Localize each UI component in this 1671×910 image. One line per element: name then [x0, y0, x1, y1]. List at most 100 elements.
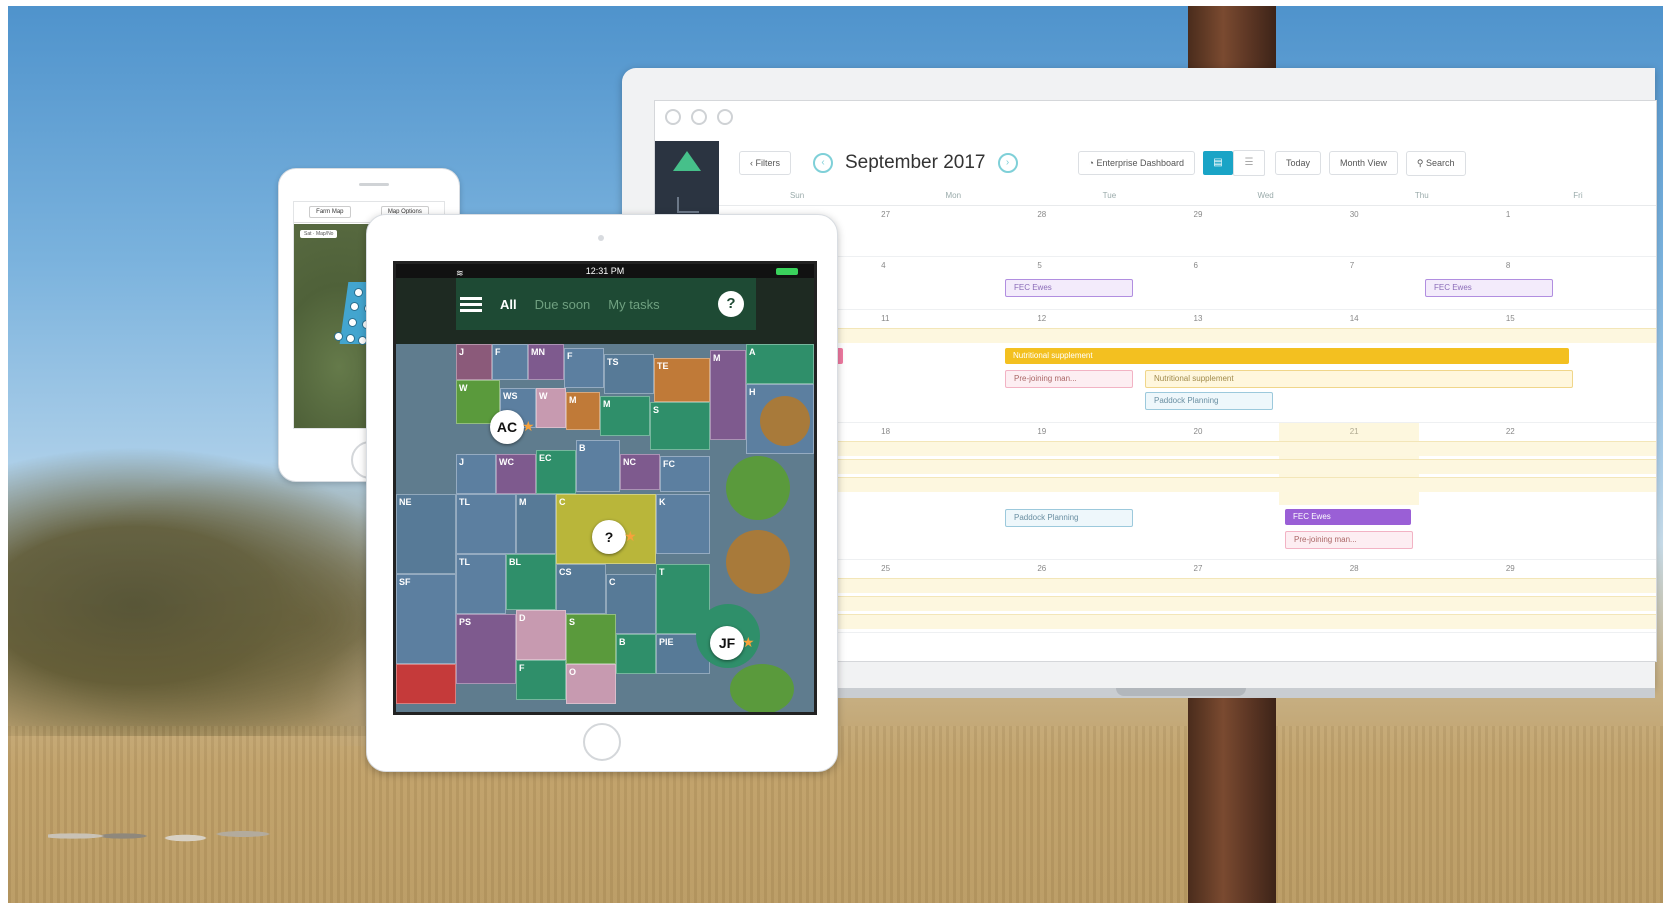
month-view-select[interactable]: Month View	[1329, 151, 1398, 175]
day-number[interactable]: 5	[1031, 257, 1187, 274]
pivot-circle[interactable]	[760, 396, 810, 446]
map-pin-icon[interactable]	[354, 288, 363, 297]
day-number[interactable]: 19	[1031, 423, 1187, 440]
paddock[interactable]: S	[566, 614, 616, 664]
paddock[interactable]: PS	[456, 614, 516, 684]
event-chip[interactable]: FEC Ewes	[1005, 279, 1133, 297]
calendar-view-button[interactable]: ▤	[1203, 151, 1233, 175]
event-chip[interactable]: FEC Ewes	[1285, 509, 1411, 525]
paddock[interactable]: EC	[536, 450, 576, 494]
paddock[interactable]	[396, 664, 456, 704]
paddock[interactable]: D	[516, 610, 566, 660]
day-number[interactable]: 8	[1500, 257, 1656, 274]
event-chip[interactable]: FEC Ewes	[1425, 279, 1553, 297]
paddock[interactable]: J	[456, 454, 496, 494]
paddock[interactable]: CS	[556, 564, 606, 614]
event-chip[interactable]: Nutritional supplement	[1145, 370, 1573, 388]
paddock[interactable]: M	[600, 396, 650, 436]
event-chip[interactable]: Paddock Planning	[1145, 392, 1273, 410]
help-icon[interactable]: ?	[718, 291, 744, 317]
day-number[interactable]: 30	[1344, 206, 1500, 223]
paddock[interactable]: S	[650, 402, 710, 450]
paddock[interactable]: W	[536, 388, 566, 428]
paddock[interactable]: F	[564, 348, 604, 388]
map-pin-icon[interactable]	[348, 318, 357, 327]
map-pin-icon[interactable]	[346, 334, 355, 343]
today-button[interactable]: Today	[1275, 151, 1322, 175]
next-month-icon[interactable]: ›	[997, 153, 1018, 173]
window-maximize-button[interactable]	[717, 109, 733, 125]
paddock[interactable]: NC	[620, 454, 660, 490]
menu-icon[interactable]	[460, 294, 482, 315]
enterprise-dashboard-button[interactable]: ◔ Enterprise Dashboard	[1077, 151, 1195, 175]
tab-all[interactable]: All	[500, 297, 517, 312]
event-bar[interactable]: Nutritional supplement	[1005, 348, 1569, 364]
pivot-circle[interactable]	[730, 664, 794, 712]
day-number[interactable]: 1	[1500, 206, 1656, 223]
event-chip[interactable]: Pre-joining man...	[1285, 531, 1413, 549]
user-marker[interactable]: JF	[710, 626, 744, 660]
filters-button[interactable]: ‹ Filters	[739, 151, 791, 175]
paddock[interactable]: M	[516, 494, 556, 554]
tab-due-soon[interactable]: Due soon	[535, 297, 591, 312]
paddock[interactable]: O	[566, 664, 616, 704]
paddock[interactable]: K	[656, 494, 710, 554]
user-marker[interactable]: AC	[490, 410, 524, 444]
search-button[interactable]: ⚲ Search	[1405, 150, 1466, 176]
pivot-circle[interactable]	[726, 530, 790, 594]
paddock[interactable]: J	[456, 344, 492, 380]
day-number[interactable]: 29	[1188, 206, 1344, 223]
map-type-chip[interactable]: Sat · Map/No	[300, 230, 338, 238]
day-number[interactable]: 22	[1500, 423, 1656, 440]
paddock[interactable]: SF	[396, 574, 456, 664]
paddock[interactable]: TE	[654, 358, 710, 402]
paddock[interactable]: BL	[506, 554, 556, 610]
day-number[interactable]: 14	[1344, 310, 1500, 327]
map-pin-icon[interactable]	[350, 302, 359, 311]
day-number[interactable]: 7	[1344, 257, 1500, 274]
day-number[interactable]: 12	[1031, 310, 1187, 327]
day-number[interactable]: 11	[875, 310, 1031, 327]
paddock[interactable]: MN	[528, 344, 564, 380]
paddock[interactable]: F	[492, 344, 528, 380]
paddock[interactable]: WC	[496, 454, 536, 494]
day-number[interactable]: 6	[1188, 257, 1344, 274]
day-number[interactable]: 18	[875, 423, 1031, 440]
day-number[interactable]: 28	[1031, 206, 1187, 223]
event-chip[interactable]: Pre-joining man...	[1005, 370, 1133, 388]
paddock[interactable]: B	[616, 634, 656, 674]
paddock[interactable]: B	[576, 440, 620, 492]
day-number[interactable]: 28	[1344, 560, 1500, 577]
list-view-button[interactable]: ☰	[1233, 150, 1265, 176]
paddock[interactable]: M	[710, 350, 746, 440]
paddock[interactable]: A	[746, 344, 814, 384]
tab-my-tasks[interactable]: My tasks	[608, 297, 659, 312]
paddock-map[interactable]: J F MN F TS TE M A W WS W M M S H J WC E…	[396, 344, 814, 712]
window-minimize-button[interactable]	[691, 109, 707, 125]
paddock[interactable]: TL	[456, 554, 506, 614]
window-close-button[interactable]	[665, 109, 681, 125]
event-chip[interactable]: Paddock Planning	[1005, 509, 1133, 527]
day-number[interactable]: 26	[1031, 560, 1187, 577]
tab-farm-map[interactable]: Farm Map	[309, 206, 351, 218]
day-number[interactable]: 13	[1188, 310, 1344, 327]
task-marker[interactable]: ?	[592, 520, 626, 554]
paddock[interactable]: TS	[604, 354, 654, 394]
pivot-circle[interactable]	[726, 456, 790, 520]
map-pin-icon[interactable]	[334, 332, 343, 341]
day-number[interactable]: 27	[875, 206, 1031, 223]
tablet-home-button[interactable]	[583, 723, 621, 761]
day-number[interactable]: 29	[1500, 560, 1656, 577]
paddock[interactable]: FC	[660, 456, 710, 492]
day-number[interactable]: 15	[1500, 310, 1656, 327]
day-number[interactable]: 25	[875, 560, 1031, 577]
paddock[interactable]: NE	[396, 494, 456, 574]
prev-month-icon[interactable]: ‹	[813, 153, 833, 173]
paddock[interactable]: M	[566, 392, 600, 430]
paddock[interactable]: F	[516, 660, 566, 700]
chart-icon[interactable]	[677, 197, 699, 213]
paddock[interactable]: TL	[456, 494, 516, 554]
day-number[interactable]: 27	[1188, 560, 1344, 577]
day-number[interactable]: 4	[875, 257, 1031, 274]
logo-icon[interactable]	[673, 151, 701, 171]
